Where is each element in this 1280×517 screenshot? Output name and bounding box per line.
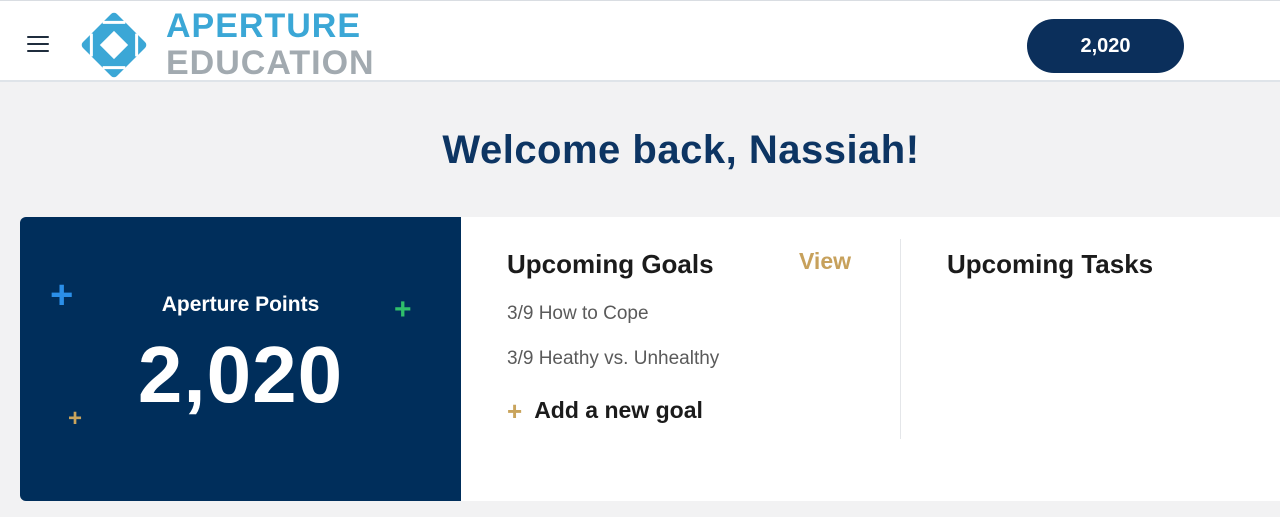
logo-line-1: APERTURE bbox=[166, 7, 362, 45]
view-goals-link[interactable]: View bbox=[799, 248, 851, 275]
add-goal-label: Add a new goal bbox=[534, 397, 703, 423]
aperture-points-card: + + + Aperture Points 2,020 bbox=[20, 217, 461, 501]
welcome-heading: Welcome back, Nassiah! bbox=[442, 128, 920, 172]
points-card-value: 2,020 bbox=[137, 330, 344, 419]
logo-line-2: EDUCATION bbox=[166, 44, 375, 82]
add-goal-button[interactable]: + Add a new goal bbox=[507, 397, 703, 424]
top-header: APERTURE EDUCATION 2,020 bbox=[0, 0, 1280, 82]
panel-divider bbox=[900, 239, 901, 439]
goal-list-item[interactable]: 3/9 How to Cope bbox=[507, 303, 649, 325]
goals-tasks-panel: Upcoming Goals View 3/9 How to Cope 3/9 … bbox=[461, 217, 1280, 501]
plus-icon: + bbox=[507, 395, 523, 426]
upcoming-goals-title: Upcoming Goals bbox=[507, 249, 714, 279]
aperture-logo-icon[interactable] bbox=[78, 9, 150, 81]
menu-icon[interactable] bbox=[27, 36, 49, 52]
points-badge-button[interactable]: 2,020 bbox=[1027, 19, 1184, 73]
goal-list-item[interactable]: 3/9 Heathy vs. Unhealthy bbox=[507, 348, 719, 370]
upcoming-tasks-title: Upcoming Tasks bbox=[947, 249, 1154, 279]
points-card-label: Aperture Points bbox=[161, 293, 320, 316]
logo-wordmark[interactable]: APERTURE EDUCATION bbox=[166, 9, 375, 81]
